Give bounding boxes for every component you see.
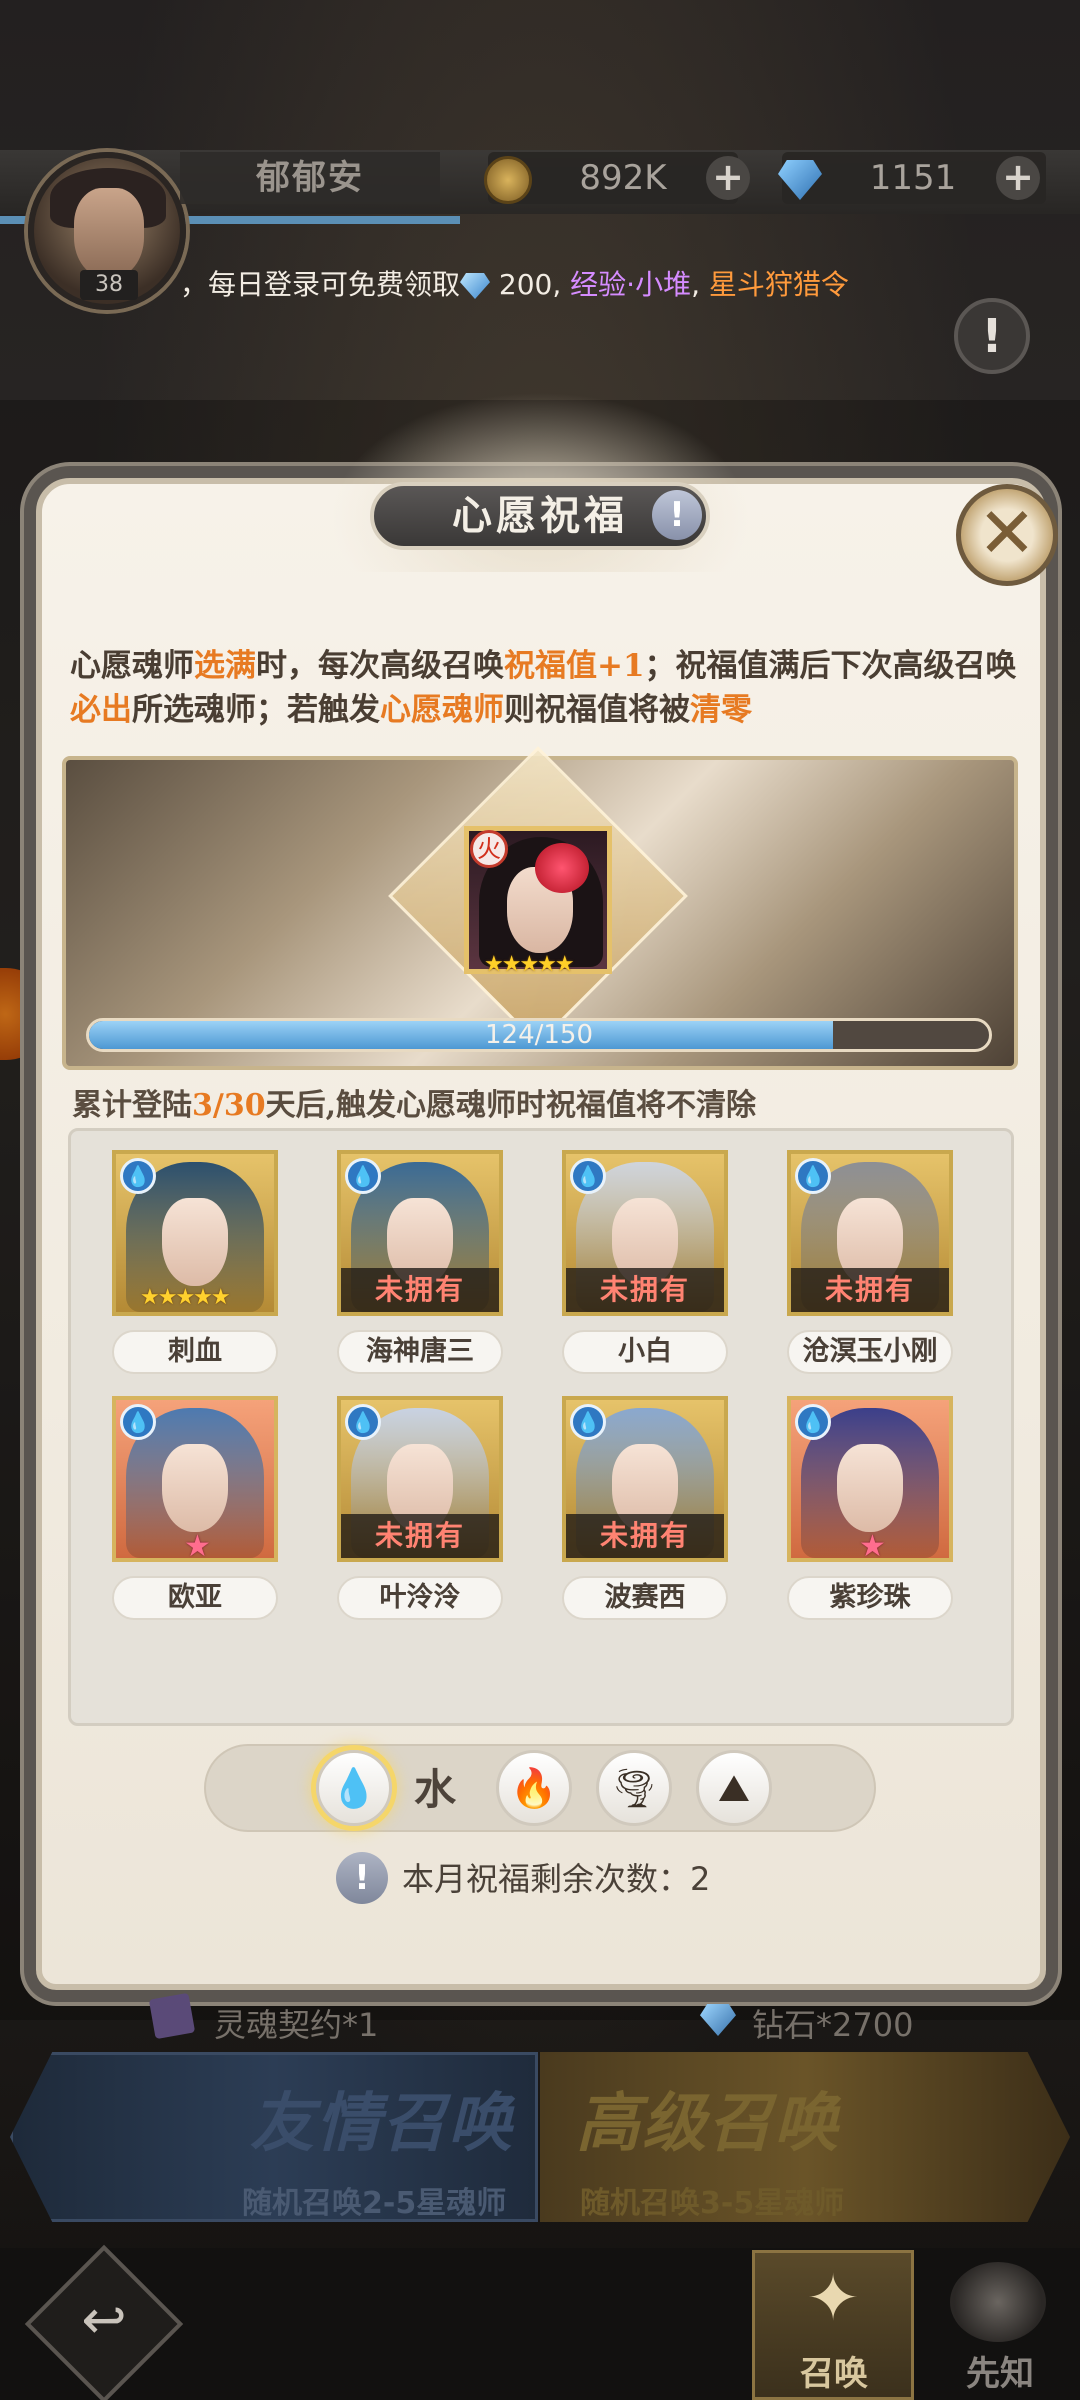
hero-name: 小白	[562, 1330, 728, 1374]
hero-tile[interactable]: 💧 未拥有	[562, 1396, 728, 1562]
fire-element-icon: 火	[470, 830, 508, 868]
desc-text: 心愿魂师	[70, 648, 194, 684]
coin-icon	[484, 156, 532, 204]
ticker-text: ，每日登录可免费领取	[180, 268, 461, 301]
hero-tile[interactable]: 💧 ★	[787, 1396, 953, 1562]
hero-flower	[535, 843, 589, 893]
hero-tile[interactable]: 💧 未拥有	[337, 1150, 503, 1316]
hero-face	[162, 1198, 228, 1286]
ticker-comma: ,	[691, 268, 709, 301]
hero-face	[162, 1444, 228, 1532]
fire-filter-button[interactable]: 🔥	[496, 1750, 572, 1826]
water-element-icon: 💧	[795, 1158, 831, 1194]
summon-star-icon: ✦	[806, 2262, 860, 2336]
info-icon: !	[336, 1852, 388, 1904]
unowned-label: 未拥有	[566, 1268, 724, 1312]
water-element-icon: 💧	[570, 1404, 606, 1440]
water-icon: 💧	[330, 1766, 378, 1810]
reward-diamonds: 钻石*2700	[752, 2006, 914, 2044]
login-note-text: 累计登陆	[72, 1088, 192, 1123]
info-button[interactable]: !	[954, 298, 1030, 374]
ticker-diamond-amount: 200,	[490, 268, 571, 301]
water-filter-button[interactable]: 💧	[316, 1750, 392, 1826]
title-info-icon[interactable]: !	[652, 490, 702, 540]
ticker-exp: 经验·小堆	[570, 268, 692, 301]
hero-tile[interactable]: 💧 ★	[112, 1396, 278, 1562]
hero-name: 刺血	[112, 1330, 278, 1374]
hero-star-badge: ★	[859, 1529, 886, 1562]
unowned-label: 未拥有	[341, 1514, 499, 1558]
diamond-icon	[460, 273, 491, 299]
player-level: 38	[80, 270, 138, 300]
water-element-icon: 💧	[570, 1158, 606, 1194]
diamond-amount: 1151	[869, 158, 957, 198]
hero-tile[interactable]: 💧 ★★★★★	[112, 1150, 278, 1316]
active-element-label: 水	[414, 1765, 457, 1814]
unowned-label: 未拥有	[566, 1514, 724, 1558]
wind-icon: 🌪	[609, 1766, 659, 1810]
coin-amount: 892K	[579, 158, 667, 198]
remaining-count: 本月祝福剩余次数：2	[402, 1860, 711, 1898]
desc-highlight: 心愿魂师	[380, 692, 504, 728]
hero-name: 紫珍珠	[787, 1576, 953, 1620]
desc-text: 时，每次高级召唤	[256, 648, 504, 684]
hero-name: 欧亚	[112, 1576, 278, 1620]
selected-hero-stars: ★★★★★	[484, 952, 575, 977]
avatar-face	[74, 188, 144, 278]
add-diamonds-button[interactable]: +	[996, 156, 1040, 200]
desc-text: 则祝福值将被	[504, 692, 690, 728]
player-name: 郁郁安	[180, 152, 440, 204]
close-button[interactable]: ✕	[956, 484, 1058, 586]
hero-tile[interactable]: 💧 未拥有	[337, 1396, 503, 1562]
nav-foresee-label[interactable]: 先知	[966, 2346, 1034, 2395]
unowned-label: 未拥有	[341, 1268, 499, 1312]
back-icon: ↩	[81, 2288, 127, 2351]
advanced-summon-title: 高级召唤	[576, 2086, 840, 2161]
reward-soul-contract: 灵魂契约*1	[214, 2006, 379, 2044]
earth-filter-button[interactable]: ⛰	[696, 1750, 772, 1826]
login-note-text: 天后,触发心愿魂师时祝福值将不清除	[265, 1088, 757, 1123]
hero-name: 沧溟玉小刚	[787, 1330, 953, 1374]
soul-contract-icon	[148, 1992, 196, 2040]
hero-tile[interactable]: 💧 未拥有	[562, 1150, 728, 1316]
water-element-icon: 💧	[345, 1158, 381, 1194]
hero-name: 波赛西	[562, 1576, 728, 1620]
desc-highlight: 祝福值+1	[504, 648, 645, 684]
hero-face	[837, 1444, 903, 1532]
nav-summon-label: 召唤	[800, 2354, 868, 2394]
hero-star-badge: ★	[184, 1529, 211, 1562]
earth-icon: ⛰	[718, 1766, 750, 1810]
desc-highlight: 必出	[70, 692, 132, 728]
water-element-icon: 💧	[795, 1404, 831, 1440]
friend-summon-title: 友情召唤	[250, 2086, 514, 2161]
water-element-icon: 💧	[120, 1158, 156, 1194]
hero-stars: ★★★★★	[140, 1285, 231, 1310]
fire-icon: 🔥	[510, 1766, 558, 1810]
water-element-icon: 💧	[120, 1404, 156, 1440]
hero-name: 海神唐三	[337, 1330, 503, 1374]
ticker-pass: 星斗狩猎令	[708, 268, 849, 301]
desc-highlight: 选满	[194, 648, 256, 684]
water-element-icon: 💧	[345, 1404, 381, 1440]
announcement-ticker: ，每日登录可免费领取 200, 经验·小堆, 星斗狩猎令	[180, 258, 960, 312]
login-note: 累计登陆3/30天后,触发心愿魂师时祝福值将不清除	[72, 1080, 1012, 1124]
foresee-icon[interactable]	[950, 2262, 1046, 2342]
unowned-label: 未拥有	[791, 1268, 949, 1312]
modal-description: 心愿魂师选满时，每次高级召唤祝福值+1；祝福值满后下次高级召唤必出所选魂师；若触…	[70, 644, 1030, 732]
hero-tile[interactable]: 💧 未拥有	[787, 1150, 953, 1316]
add-coins-button[interactable]: +	[706, 156, 750, 200]
login-note-highlight: 3/30	[192, 1088, 266, 1123]
hero-name: 叶泠泠	[337, 1576, 503, 1620]
progress-label: 124/150	[484, 1020, 593, 1050]
friend-summon-sub: 随机召唤2-5星魂师	[242, 2186, 507, 2221]
desc-highlight: 清零	[690, 692, 752, 728]
desc-text: 所选魂师；若触发	[132, 692, 380, 728]
advanced-summon-sub: 随机召唤3-5星魂师	[580, 2186, 845, 2221]
wind-filter-button[interactable]: 🌪	[596, 1750, 672, 1826]
desc-text: ；祝福值满后下次高级召唤	[644, 648, 1017, 684]
